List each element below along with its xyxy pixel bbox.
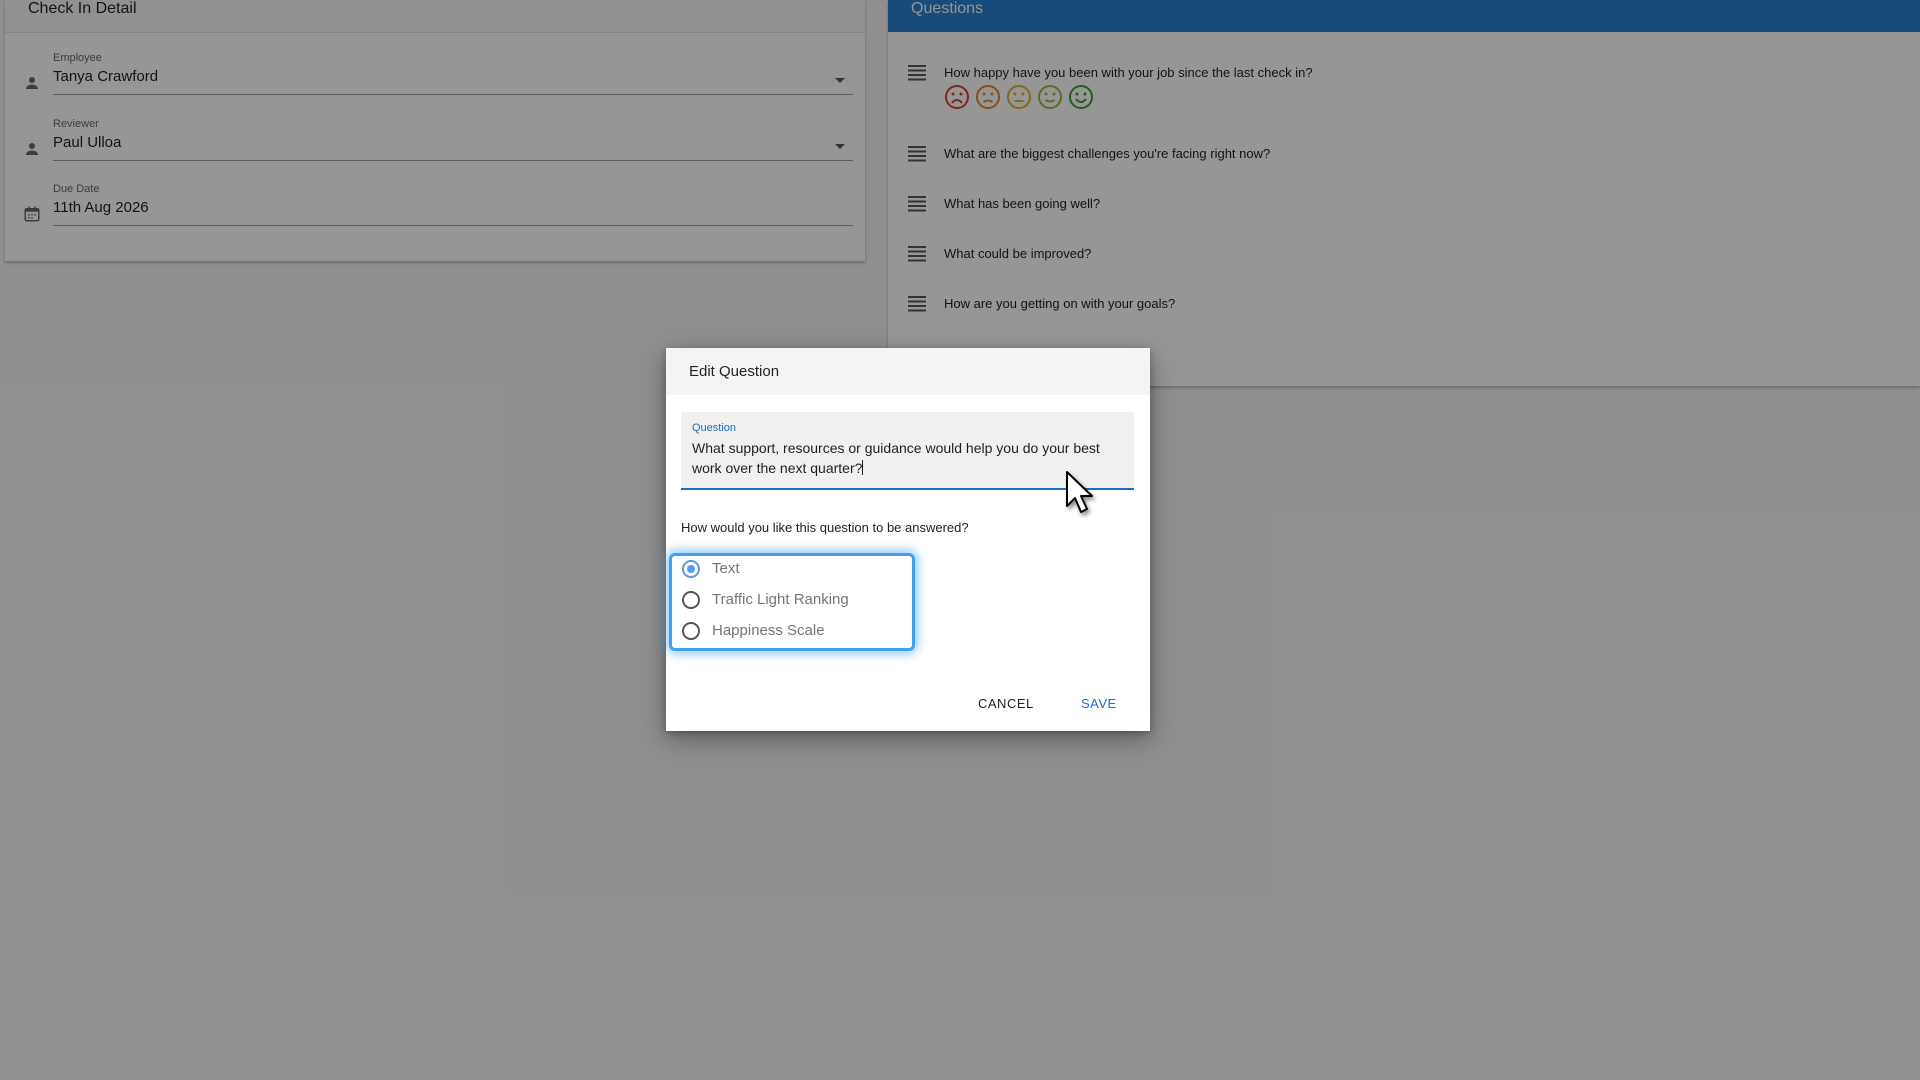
dialog-title: Edit Question xyxy=(689,363,780,380)
question-input-text[interactable]: What support, resources or guidance woul… xyxy=(692,440,1100,476)
answer-type-prompt: How would you like this question to be a… xyxy=(681,520,969,535)
radio-option-traffic-light-ranking[interactable]: Traffic Light Ranking xyxy=(682,588,902,614)
edit-question-dialog: Edit Question Question What support, res… xyxy=(666,348,1150,731)
question-input-value[interactable]: What support, resources or guidance woul… xyxy=(692,438,1122,478)
radio-button[interactable] xyxy=(682,622,700,640)
dialog-header: Edit Question xyxy=(666,348,1150,395)
save-button[interactable]: SAVE xyxy=(1081,696,1117,711)
cancel-button[interactable]: CANCEL xyxy=(978,696,1034,711)
radio-option-happiness-scale[interactable]: Happiness Scale xyxy=(682,619,902,645)
radio-label[interactable]: Text xyxy=(712,560,740,577)
text-caret xyxy=(862,460,864,475)
answer-type-radio-group[interactable]: Text Traffic Light Ranking Happiness Sca… xyxy=(669,553,915,651)
radio-button[interactable] xyxy=(682,591,700,609)
mouse-pointer-icon xyxy=(1066,471,1093,513)
question-input-label: Question xyxy=(692,422,737,434)
radio-label[interactable]: Happiness Scale xyxy=(712,622,825,639)
radio-option-text[interactable]: Text xyxy=(682,557,902,583)
radio-label[interactable]: Traffic Light Ranking xyxy=(712,591,849,608)
radio-button-checked[interactable] xyxy=(682,560,700,578)
